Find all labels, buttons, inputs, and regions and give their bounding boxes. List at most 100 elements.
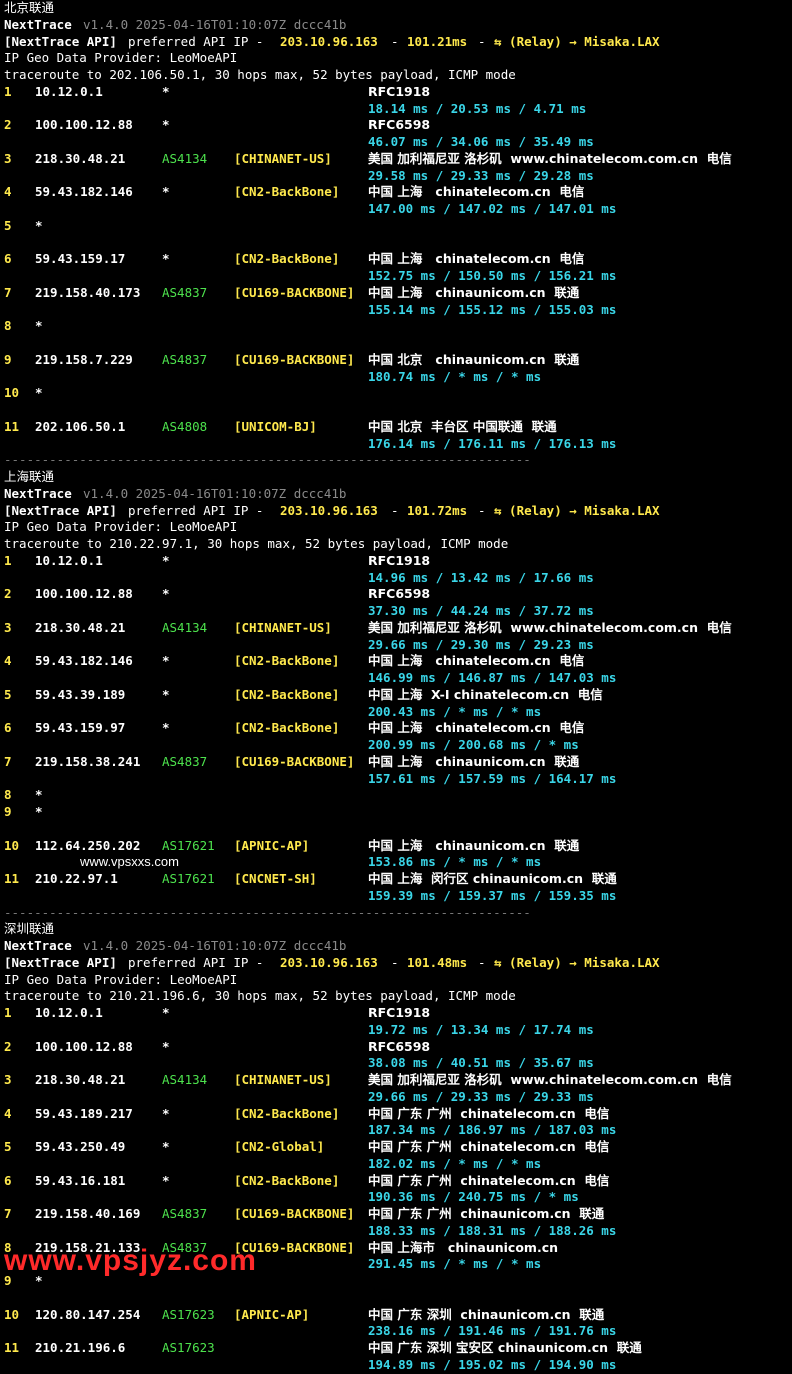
hop-asn: *: [162, 117, 170, 133]
hop-row: 8 *: [4, 318, 792, 335]
hop-geo: RFC6598: [368, 1038, 431, 1054]
hop-row: 7 219.158.40.173 AS4837 [CU169-BACKBONE] 中国 …: [4, 285, 792, 302]
api-line: [NextTrace API] preferred API IP - 203.10.…: [4, 34, 792, 51]
hop-geo: 中国 北京 丰台区 中国联通 联通: [368, 418, 557, 434]
hop-number: 1: [4, 83, 12, 99]
hop-number: 10: [4, 385, 20, 401]
hop-row: 3 218.30.48.21 AS4134 [CHINANET-US] 美国 加利福尼亚…: [4, 151, 792, 168]
hop-asn: AS4837: [162, 284, 208, 300]
hop-ip: 210.22.97.1: [35, 871, 118, 886]
app-name: NextTrace: [4, 16, 72, 32]
api-text: preferred API IP -: [128, 33, 264, 49]
hop-asn: AS4837: [162, 351, 208, 367]
hop-asn: *: [162, 586, 170, 602]
hop-asn: AS4134: [162, 1072, 208, 1087]
hop-ip: 218.30.48.21: [35, 619, 126, 635]
hop-geo: 中国 北京 chinaunicom.cn 联通: [368, 351, 580, 367]
separator: ----------------------------------------…: [4, 904, 531, 920]
hop-row: 3 218.30.48.21 AS4134 [CHINANET-US] 美国 加利福尼亚…: [4, 1072, 792, 1089]
hop-number: 8: [4, 787, 12, 803]
hop-rtt-row: 176.14 ms / 176.11 ms / 176.13 ms: [4, 436, 792, 453]
hop-number: 11: [4, 418, 20, 434]
hop-number: 3: [4, 1072, 12, 1087]
hop-row: 11 210.21.196.6 AS17623 中国 广东 深圳 宝安区 chinau…: [4, 1340, 792, 1357]
hop-ip: 10.12.0.1: [35, 552, 103, 568]
hop-rtt: 153.86 ms / * ms / * ms: [368, 854, 542, 870]
api-line: [NextTrace API] preferred API IP - 203.10.…: [4, 503, 792, 520]
hop-number: 8: [4, 318, 12, 334]
geo-provider: IP Geo Data Provider: LeoMoeAPI: [4, 971, 238, 987]
api-line: [NextTrace API] preferred API IP - 203.10.…: [4, 955, 792, 972]
hop-asn: *: [162, 720, 170, 736]
api-text: preferred API IP -: [128, 502, 264, 518]
hop-rtt-row: 37.30 ms / 44.24 ms / 37.72 ms: [4, 603, 792, 620]
hop-tag: [CHINANET-US]: [234, 150, 332, 166]
hop-number: 7: [4, 284, 12, 300]
hop-row: 6 59.43.16.181 * [CN2-BackBone] 中国 广东 广州 chi…: [4, 1173, 792, 1190]
section-title-text: 深圳联通: [4, 921, 55, 937]
hop-number: 9: [4, 351, 12, 367]
hop-rtt: 200.43 ms / * ms / * ms: [368, 703, 542, 719]
hop-tag: [CN2-BackBone]: [234, 653, 340, 669]
geo-provider: IP Geo Data Provider: LeoMoeAPI: [4, 50, 238, 66]
hop-rtt-row: 182.02 ms / * ms / * ms: [4, 1156, 792, 1173]
hop-ip: 219.158.38.241: [35, 753, 141, 769]
hop-rtt-row: 18.14 ms / 20.53 ms / 4.71 ms: [4, 101, 792, 118]
hop-row: 1 10.12.0.1 * RFC1918: [4, 553, 792, 570]
hop-rtt-row: 14.96 ms / 13.42 ms / 17.66 ms: [4, 570, 792, 587]
hop-row: 11 210.22.97.1 AS17621 [CNCNET-SH] 中国 上海 闵行区…: [4, 871, 792, 888]
hop-rtt: 37.30 ms / 44.24 ms / 37.72 ms: [368, 603, 594, 618]
hop-geo: 中国 广东 广州 chinatelecom.cn 电信: [368, 1172, 610, 1188]
hop-geo: 中国 上海 chinatelecom.cn 电信: [368, 720, 585, 736]
hop-ip: 218.30.48.21: [35, 1072, 126, 1087]
hop-geo: 中国 上海 X-I chinatelecom.cn 电信: [368, 686, 603, 702]
hop-ip: 59.43.159.97: [35, 720, 126, 736]
hop-ip: 210.21.196.6: [35, 1340, 126, 1355]
hop-row: 3 218.30.48.21 AS4134 [CHINANET-US] 美国 加利福尼亚…: [4, 620, 792, 637]
api-relay: ⇆ (Relay) → Misaka.LAX: [494, 33, 660, 49]
hop-number: 11: [4, 871, 20, 886]
api-label: [NextTrace API]: [4, 502, 117, 518]
hop-geo: 中国 广东 广州 chinatelecom.cn 电信: [368, 1139, 610, 1154]
hop-asn: AS4837: [162, 1206, 208, 1221]
hop-rtt-row: 29.66 ms / 29.30 ms / 29.23 ms: [4, 637, 792, 654]
hop-geo: 中国 上海 chinatelecom.cn 电信: [368, 184, 585, 200]
hop-tag: [CN2-BackBone]: [234, 1172, 340, 1188]
geo-provider: IP Geo Data Provider: LeoMoeAPI: [4, 519, 238, 535]
hop-rtt-row: 19.72 ms / 13.34 ms / 17.74 ms: [4, 1022, 792, 1039]
hop-ip: *: [35, 385, 43, 401]
hop-tag: [CN2-BackBone]: [234, 1105, 340, 1121]
geo-provider-line: IP Geo Data Provider: LeoMoeAPI: [4, 519, 792, 536]
hop-rtt: 38.08 ms / 40.51 ms / 35.67 ms: [368, 1055, 594, 1071]
hop-geo: 中国 上海 闵行区 chinaunicom.cn 联通: [368, 871, 617, 886]
hop-geo: 中国 上海 chinatelecom.cn 电信: [368, 251, 585, 267]
hop-ip: 59.43.159.17: [35, 251, 126, 267]
hop-ip: *: [35, 318, 43, 334]
hop-number: 10: [4, 837, 20, 853]
hop-rtt-row: 152.75 ms / 150.50 ms / 156.21 ms: [4, 268, 792, 285]
section-title: 北京联通: [4, 0, 792, 17]
hop-ip: 59.43.250.49: [35, 1139, 126, 1154]
traceroute-line: traceroute to 210.22.97.1, 30 hops max, …: [4, 536, 792, 553]
hop-tag: [CN2-Global]: [234, 1139, 325, 1154]
separator: ----------------------------------------…: [4, 452, 531, 468]
hop-ip: *: [35, 217, 43, 233]
hop-rtt-row: 238.16 ms / 191.46 ms / 191.76 ms: [4, 1323, 792, 1340]
hop-ip: 219.158.40.169: [35, 1206, 141, 1221]
traceroute-line: traceroute to 202.106.50.1, 30 hops max,…: [4, 67, 792, 84]
hop-geo: 中国 广东 广州 chinaunicom.cn 联通: [368, 1206, 605, 1221]
hop-rtt: 19.72 ms / 13.34 ms / 17.74 ms: [368, 1021, 594, 1037]
hop-number: 9: [4, 804, 12, 819]
api-dash: -: [391, 33, 399, 49]
hop-rtt: 238.16 ms / 191.46 ms / 191.76 ms: [368, 1323, 617, 1339]
hop-rtt: 176.14 ms / 176.11 ms / 176.13 ms: [368, 435, 617, 451]
api-ip: 203.10.96.163: [280, 33, 378, 49]
hop-ip: 100.100.12.88: [35, 1038, 133, 1054]
hop-ip: 100.100.12.88: [35, 117, 133, 133]
section-title-text: 北京联通: [4, 0, 55, 15]
hop-tag: [CU169-BACKBONE]: [234, 1206, 355, 1221]
hop-asn: *: [162, 83, 170, 99]
hop-row: 5 59.43.250.49 * [CN2-Global] 中国 广东 广州 china…: [4, 1139, 792, 1156]
hop-rtt: 291.45 ms / * ms / * ms: [368, 1256, 542, 1272]
api-dash: -: [478, 502, 486, 518]
